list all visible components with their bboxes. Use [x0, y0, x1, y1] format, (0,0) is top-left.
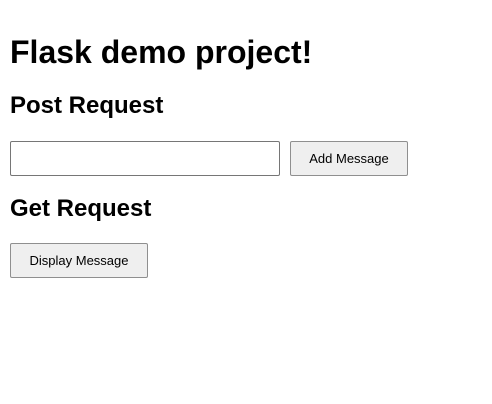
display-message-button[interactable]: Display Message	[10, 243, 148, 278]
message-input[interactable]	[10, 141, 280, 176]
get-request-heading: Get Request	[10, 195, 152, 222]
post-request-heading: Post Request	[10, 92, 164, 119]
add-message-button[interactable]: Add Message	[290, 141, 408, 176]
page-title: Flask demo project!	[10, 34, 313, 70]
